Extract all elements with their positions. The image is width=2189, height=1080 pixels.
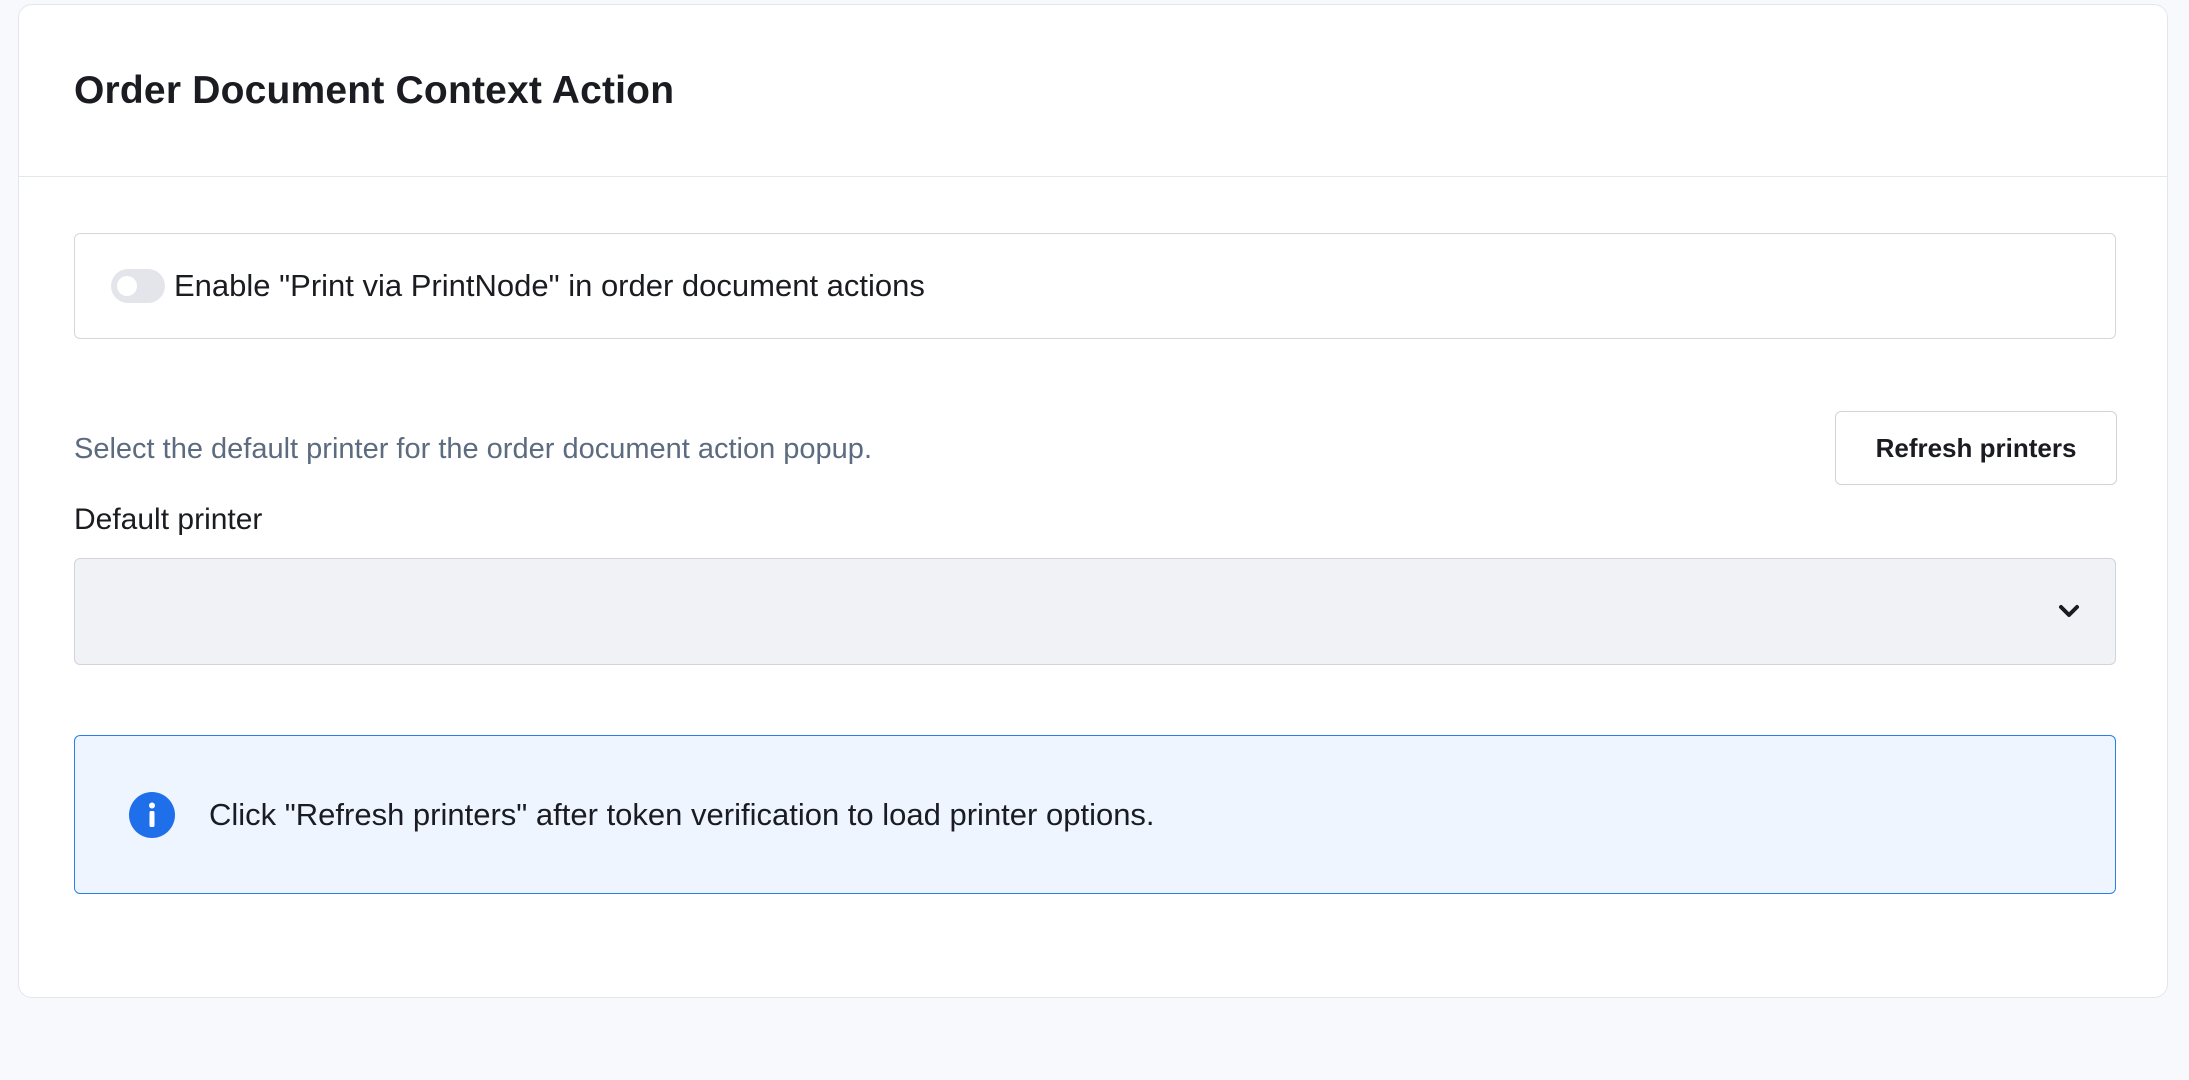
card-header: Order Document Context Action [19,5,2167,177]
info-circle-icon [129,791,175,838]
enable-print-setting: Enable "Print via PrintNode" in order do… [74,233,2116,339]
default-printer-label: Default printer [74,503,263,536]
enable-print-toggle[interactable] [111,269,165,303]
refresh-printers-button[interactable]: Refresh printers [1835,411,2117,485]
chevron-down-icon [2059,605,2079,617]
printer-help-text: Select the default printer for the order… [74,433,872,465]
info-message: Click "Refresh printers" after token ver… [209,796,1155,832]
enable-print-label[interactable]: Enable "Print via PrintNode" in order do… [174,268,925,304]
default-printer-select[interactable] [74,558,2116,665]
settings-card: Order Document Context Action Enable "Pr… [18,4,2168,998]
section-title: Order Document Context Action [74,68,675,112]
info-callout: Click "Refresh printers" after token ver… [74,735,2116,894]
toggle-knob [117,276,137,296]
